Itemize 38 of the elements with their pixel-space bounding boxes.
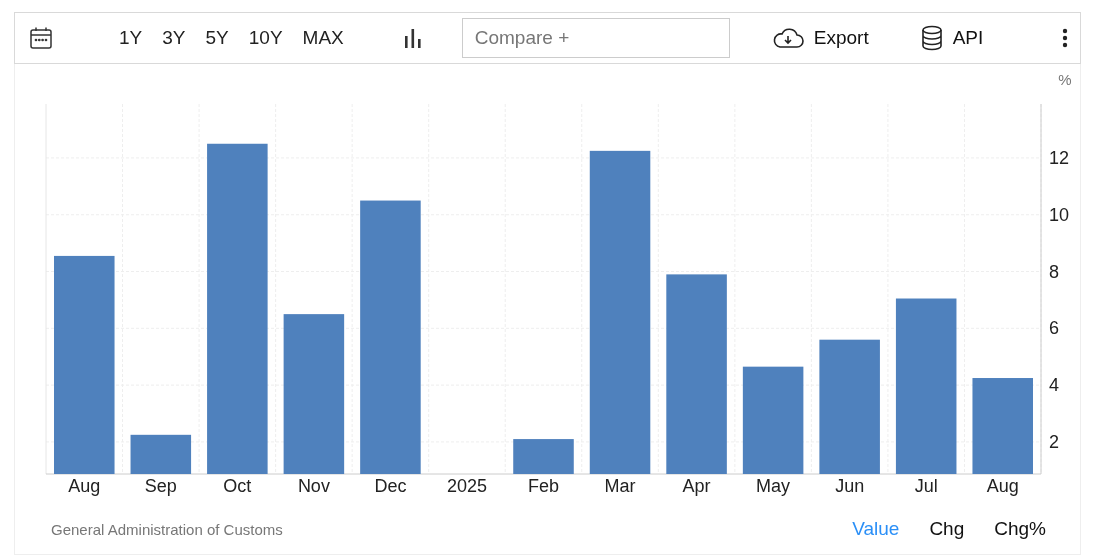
axis-label: 4 — [1049, 375, 1059, 396]
calendar-icon[interactable] — [29, 26, 53, 50]
axis-label: Jul — [914, 476, 938, 496]
more-icon[interactable] — [1062, 28, 1068, 48]
unit-label: % — [1058, 71, 1072, 88]
compare-field[interactable]: Compare + — [461, 18, 730, 58]
axis-label: Jun — [835, 476, 865, 496]
range-tab[interactable]: 1Y — [111, 27, 151, 49]
axis-label: Aug — [68, 476, 101, 496]
axis-label: Sep — [144, 476, 177, 496]
bar — [513, 439, 574, 474]
axis-label: Oct — [223, 476, 252, 496]
cloud-download-icon — [771, 27, 804, 49]
axis-label: 10 — [1049, 204, 1070, 225]
axis-label: Nov — [297, 476, 330, 496]
axis-label: May — [756, 476, 791, 496]
axis-label: Aug — [986, 476, 1019, 496]
api-button[interactable]: API — [920, 25, 984, 51]
range-tab[interactable]: 10Y — [240, 27, 291, 49]
database-icon — [920, 25, 943, 51]
source-text: General Administration of Customs — [51, 520, 284, 538]
axis-label: Mar — [604, 476, 636, 496]
axis-label: Apr — [682, 476, 711, 496]
range-tab[interactable]: 3Y — [154, 27, 194, 49]
axis-label: 2025 — [446, 476, 487, 496]
bar — [130, 434, 192, 474]
axis-label: 12 — [1049, 147, 1070, 168]
axis-label: Feb — [528, 476, 559, 496]
axis-label: 6 — [1049, 318, 1059, 339]
range-tab[interactable]: 5Y — [197, 27, 237, 49]
axis-label: 8 — [1049, 261, 1059, 282]
bar-chart-icon[interactable] — [403, 28, 422, 48]
export-button[interactable]: Export — [771, 27, 869, 49]
range-tab[interactable]: MAX — [294, 27, 352, 49]
axis-label: 2 — [1049, 431, 1059, 452]
axis-label: Dec — [374, 476, 407, 496]
view-tab[interactable]: Chg — [929, 518, 965, 540]
view-tab[interactable]: Chg% — [994, 518, 1046, 540]
